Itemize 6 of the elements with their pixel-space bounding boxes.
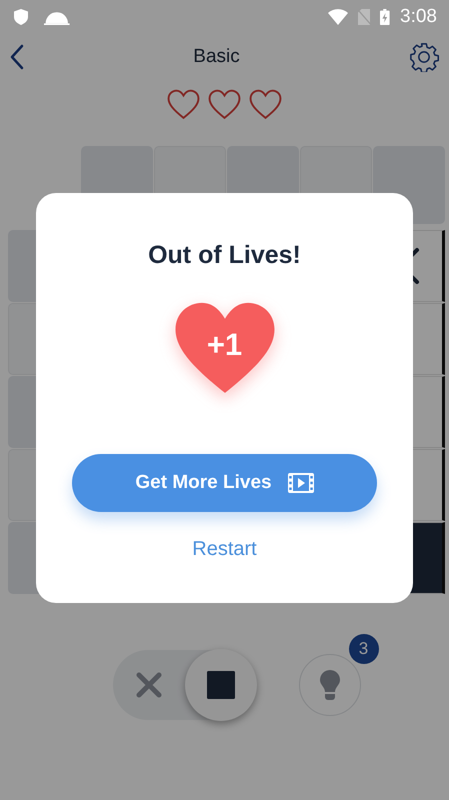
dialog-title: Out of Lives! xyxy=(148,241,301,270)
get-more-lives-button[interactable]: Get More Lives xyxy=(72,454,377,512)
clock-time: 3:08 xyxy=(400,6,437,28)
screen-title: Basic xyxy=(193,46,240,68)
restart-link[interactable]: Restart xyxy=(188,536,261,563)
hint-count-badge: 3 xyxy=(348,634,378,664)
